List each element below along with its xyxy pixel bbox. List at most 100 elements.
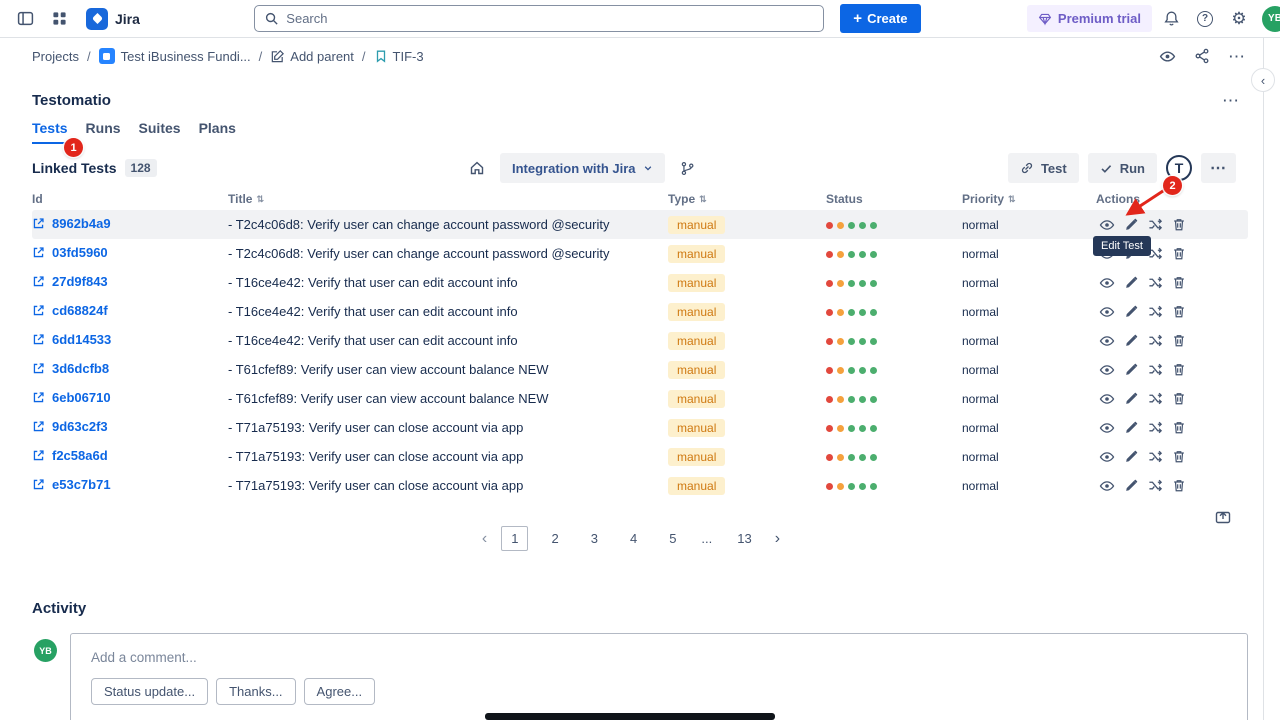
test-id-link[interactable]: 03fd5960 <box>32 245 108 260</box>
quick-reply-status-update[interactable]: Status update... <box>91 678 208 705</box>
page-3[interactable]: 3 <box>582 527 607 550</box>
global-search[interactable] <box>254 5 824 32</box>
share-icon[interactable] <box>1194 48 1210 64</box>
table-row[interactable]: cd68824f - T16ce4e42: Verify that user c… <box>32 297 1248 326</box>
quick-reply-thanks[interactable]: Thanks... <box>216 678 295 705</box>
test-id-link[interactable]: 27d9f843 <box>32 274 108 289</box>
tab-runs[interactable]: Runs <box>86 120 121 144</box>
view-test-icon[interactable] <box>1096 330 1118 352</box>
edit-test-icon[interactable] <box>1120 272 1142 294</box>
user-avatar[interactable]: YB <box>1262 6 1280 32</box>
delete-test-icon[interactable] <box>1168 446 1190 468</box>
delete-test-icon[interactable] <box>1168 417 1190 439</box>
table-row[interactable]: 6eb06710 - T61cfef89: Verify user can vi… <box>32 384 1248 413</box>
more-icon[interactable]: ⋯ <box>1228 48 1246 65</box>
sync-test-icon[interactable] <box>1144 301 1166 323</box>
breadcrumb-projects[interactable]: Projects <box>32 49 79 64</box>
pagination-prev[interactable]: ‹ <box>482 531 487 547</box>
sync-test-icon[interactable] <box>1144 446 1166 468</box>
test-id-link[interactable]: 3d6dcfb8 <box>32 361 109 376</box>
view-test-icon[interactable] <box>1096 272 1118 294</box>
tab-tests[interactable]: Tests <box>32 120 68 144</box>
create-button[interactable]: + Create <box>840 4 920 33</box>
tab-suites[interactable]: Suites <box>139 120 181 144</box>
delete-test-icon[interactable] <box>1168 301 1190 323</box>
tab-plans[interactable]: Plans <box>199 120 236 144</box>
test-id-link[interactable]: 8962b4a9 <box>32 216 111 231</box>
comment-box[interactable]: Add a comment... Status update...Thanks.… <box>70 633 1248 720</box>
premium-trial-button[interactable]: Premium trial <box>1027 5 1152 32</box>
page-1[interactable]: 1 <box>501 526 528 551</box>
search-input[interactable] <box>286 11 814 26</box>
column-header-priority[interactable]: Priority⇅ <box>962 192 1096 206</box>
collapse-panel-icon[interactable]: ‹ <box>1251 68 1275 92</box>
column-header-title[interactable]: Title⇅ <box>228 192 668 206</box>
test-id-link[interactable]: f2c58a6d <box>32 448 108 463</box>
watch-icon[interactable] <box>1159 48 1176 65</box>
panel-more-icon[interactable]: ⋯ <box>1222 92 1240 109</box>
breadcrumb-issue-key[interactable]: TIF-3 <box>393 49 424 64</box>
status-dot <box>870 222 877 229</box>
sync-test-icon[interactable] <box>1144 417 1166 439</box>
branch-icon[interactable] <box>675 155 701 181</box>
edit-test-icon[interactable] <box>1120 446 1142 468</box>
table-row[interactable]: 8962b4a9 - T2c4c06d8: Verify user can ch… <box>32 210 1248 239</box>
more-actions-button[interactable]: ⋯ <box>1201 153 1236 183</box>
help-icon[interactable]: ? <box>1190 4 1220 34</box>
delete-test-icon[interactable] <box>1168 388 1190 410</box>
table-row[interactable]: 3d6dcfb8 - T61cfef89: Verify user can vi… <box>32 355 1248 384</box>
view-test-icon[interactable] <box>1096 417 1118 439</box>
edit-test-icon[interactable] <box>1120 359 1142 381</box>
column-header-type[interactable]: Type⇅ <box>668 192 826 206</box>
table-row[interactable]: 9d63c2f3 - T71a75193: Verify user can cl… <box>32 413 1248 442</box>
page-2[interactable]: 2 <box>542 527 567 550</box>
view-test-icon[interactable] <box>1096 388 1118 410</box>
breadcrumb-project[interactable]: Test iBusiness Fundi... <box>121 49 251 64</box>
view-test-icon[interactable] <box>1096 446 1118 468</box>
page-13[interactable]: 13 <box>728 527 760 550</box>
edit-test-icon[interactable] <box>1120 301 1142 323</box>
table-row[interactable]: f2c58a6d - T71a75193: Verify user can cl… <box>32 442 1248 471</box>
test-id-link[interactable]: e53c7b71 <box>32 477 111 492</box>
delete-test-icon[interactable] <box>1168 330 1190 352</box>
test-id-link[interactable]: 6dd14533 <box>32 332 111 347</box>
jira-logo[interactable]: Jira <box>78 8 148 30</box>
delete-test-icon[interactable] <box>1168 272 1190 294</box>
table-row[interactable]: 27d9f843 - T16ce4e42: Verify that user c… <box>32 268 1248 297</box>
notifications-icon[interactable] <box>1156 4 1186 34</box>
sync-test-icon[interactable] <box>1144 359 1166 381</box>
edit-test-icon[interactable] <box>1120 475 1142 497</box>
view-test-icon[interactable] <box>1096 475 1118 497</box>
sync-test-icon[interactable] <box>1144 475 1166 497</box>
edit-test-icon[interactable] <box>1120 388 1142 410</box>
sync-test-icon[interactable] <box>1144 388 1166 410</box>
sync-test-icon[interactable] <box>1144 272 1166 294</box>
add-parent-button[interactable]: Add parent <box>290 49 354 64</box>
view-test-icon[interactable] <box>1096 301 1118 323</box>
integration-select[interactable]: Integration with Jira <box>500 153 665 183</box>
app-switcher-icon[interactable] <box>44 4 74 34</box>
edit-test-icon[interactable] <box>1120 417 1142 439</box>
edit-test-icon[interactable] <box>1120 330 1142 352</box>
test-id-link[interactable]: 6eb06710 <box>32 390 111 405</box>
sync-test-icon[interactable] <box>1144 330 1166 352</box>
table-row[interactable]: e53c7b71 - T71a75193: Verify user can cl… <box>32 471 1248 500</box>
delete-test-icon[interactable] <box>1168 475 1190 497</box>
delete-test-icon[interactable] <box>1168 359 1190 381</box>
pagination-next[interactable]: › <box>775 531 780 547</box>
run-button[interactable]: Run <box>1088 153 1157 183</box>
delete-test-icon[interactable] <box>1168 243 1190 265</box>
settings-icon[interactable]: ⚙ <box>1224 4 1254 34</box>
view-test-icon[interactable] <box>1096 359 1118 381</box>
page-5[interactable]: 5 <box>660 527 685 550</box>
home-icon[interactable] <box>464 155 490 181</box>
test-button[interactable]: Test <box>1008 153 1079 183</box>
test-id-link[interactable]: cd68824f <box>32 303 108 318</box>
table-row[interactable]: 03fd5960 - T2c4c06d8: Verify user can ch… <box>32 239 1248 268</box>
sidebar-toggle-icon[interactable] <box>10 4 40 34</box>
page-4[interactable]: 4 <box>621 527 646 550</box>
table-row[interactable]: 6dd14533 - T16ce4e42: Verify that user c… <box>32 326 1248 355</box>
test-id-link[interactable]: 9d63c2f3 <box>32 419 108 434</box>
quick-reply-agree[interactable]: Agree... <box>304 678 376 705</box>
export-icon[interactable] <box>1214 507 1232 525</box>
